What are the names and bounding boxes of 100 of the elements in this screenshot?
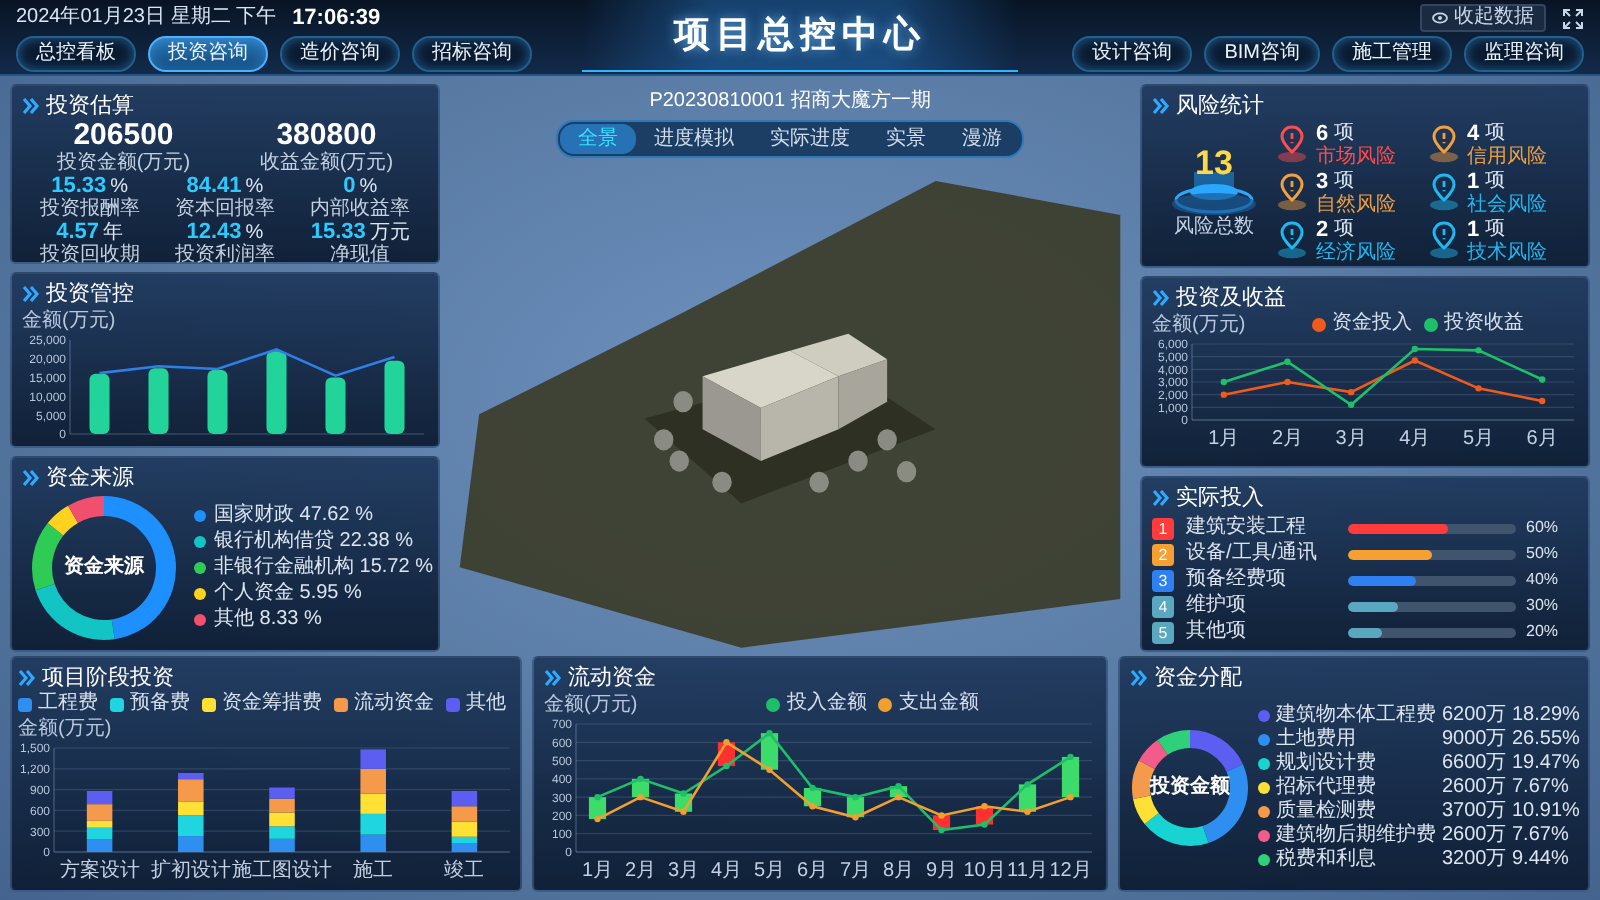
item-label: 设备/工具/通讯 bbox=[1186, 542, 1320, 566]
panel-title: 投资及收益 bbox=[1176, 284, 1286, 312]
risk-label: 社会风险 bbox=[1467, 193, 1547, 215]
metric-unit: % bbox=[359, 176, 378, 198]
legend-label: 流动资金 bbox=[354, 692, 434, 716]
legend-label: 工程费 bbox=[38, 692, 98, 716]
risk-unit: 项 bbox=[1485, 169, 1506, 193]
panel-title: 投资管控 bbox=[46, 280, 134, 308]
data-point bbox=[981, 821, 988, 828]
percent-text: 7.67% bbox=[1512, 824, 1571, 848]
chart-bar bbox=[266, 351, 287, 434]
legend-label: 建筑物后期维护费 bbox=[1276, 824, 1436, 847]
metric-unit: % bbox=[245, 222, 264, 244]
risk-total-count: 13 bbox=[1195, 146, 1233, 182]
view-tab[interactable]: 实际进度 bbox=[752, 124, 868, 154]
data-point bbox=[680, 790, 687, 797]
percent-text: 18.29% bbox=[1512, 704, 1578, 728]
nav-button[interactable]: 招标咨询 bbox=[412, 36, 532, 72]
axis-title: 金额(万元) bbox=[22, 309, 116, 331]
legend-label: 银行机构借贷 22.38 % bbox=[214, 530, 413, 554]
chevron-icon bbox=[22, 98, 40, 114]
legend-label: 非银行金融机构 15.72 % bbox=[214, 556, 433, 580]
map-pin-icon bbox=[1427, 220, 1459, 260]
risk-count: 6 bbox=[1316, 121, 1329, 145]
page-title: 项目总控中心 bbox=[582, 0, 1018, 72]
item-label: 建筑安装工程 bbox=[1186, 516, 1308, 540]
data-point bbox=[1024, 808, 1031, 815]
axis-tick-label: 方案设计 bbox=[59, 860, 140, 884]
axis-tick-label: 6月 bbox=[796, 860, 829, 884]
data-point bbox=[895, 793, 902, 801]
data-point bbox=[938, 812, 945, 819]
axis-tick-label: 3月 bbox=[667, 860, 700, 884]
risk-unit: 项 bbox=[1485, 217, 1506, 241]
axis-tick-label: 3月 bbox=[1335, 428, 1367, 452]
nav-button[interactable]: BIM咨询 bbox=[1204, 36, 1320, 72]
amount-text: 2600万 bbox=[1442, 824, 1506, 848]
clock-time: 17:06:39 bbox=[292, 4, 381, 32]
legend-label: 招标代理费 bbox=[1276, 776, 1378, 799]
chart-bar bbox=[360, 813, 386, 835]
fullscreen-icon[interactable] bbox=[1562, 7, 1584, 29]
collapse-button[interactable]: 收起数据 bbox=[1420, 4, 1546, 32]
risk-count: 1 bbox=[1467, 217, 1480, 241]
risk-count: 4 bbox=[1467, 121, 1480, 145]
map-pin-icon bbox=[1427, 124, 1459, 164]
legend-label: 土地费用 bbox=[1276, 728, 1358, 751]
axis-title: 金额(万元) bbox=[544, 693, 638, 715]
legend-label: 个人资金 5.95 % bbox=[214, 582, 362, 606]
axis-tick-label: 9月 bbox=[925, 860, 958, 884]
amount-text: 6200万 bbox=[1442, 704, 1506, 728]
percent-text: 9.44% bbox=[1512, 848, 1571, 872]
metric-value: 15.33 bbox=[310, 220, 366, 244]
rank-badge: 1 bbox=[1152, 517, 1174, 539]
rank-badge: 2 bbox=[1152, 543, 1174, 565]
data-point bbox=[723, 762, 730, 770]
donut-slice bbox=[1139, 739, 1168, 769]
rank-badge: 4 bbox=[1152, 595, 1174, 617]
eye-icon bbox=[1432, 12, 1448, 24]
axis-tick-label: 4月 bbox=[710, 860, 743, 884]
nav-button[interactable]: 造价咨询 bbox=[280, 36, 400, 72]
data-point bbox=[1347, 388, 1355, 396]
metric-label: 投资回收期 bbox=[39, 244, 140, 266]
risk-unit: 项 bbox=[1334, 217, 1355, 241]
donut-center-label: 资金来源 bbox=[64, 556, 144, 580]
view-tab[interactable]: 漫游 bbox=[944, 124, 1020, 154]
nav-button[interactable]: 总控看板 bbox=[16, 36, 136, 72]
panel-title: 实际投入 bbox=[1176, 484, 1264, 512]
stat-label: 收益金额(万元) bbox=[259, 152, 394, 174]
legend-label: 投资收益 bbox=[1443, 312, 1524, 336]
data-point bbox=[981, 803, 988, 810]
nav-button[interactable]: 设计咨询 bbox=[1072, 36, 1193, 72]
risk-total-label: 风险总数 bbox=[1174, 216, 1254, 238]
axis-tick-label: 2月 bbox=[624, 860, 657, 884]
percent-text: 7.67% bbox=[1512, 776, 1571, 800]
map-pin-icon bbox=[1276, 124, 1308, 164]
nav-button[interactable]: 施工管理 bbox=[1332, 36, 1452, 72]
rank-badge: 3 bbox=[1152, 569, 1174, 591]
percent-text: 30% bbox=[1526, 594, 1561, 618]
panel-title: 投资估算 bbox=[46, 92, 134, 120]
amount-text: 2600万 bbox=[1442, 776, 1506, 800]
nav-button[interactable]: 投资咨询 bbox=[148, 36, 268, 72]
stat-value: 380800 bbox=[276, 120, 377, 152]
item-label: 维护项 bbox=[1186, 594, 1248, 618]
chevron-icon bbox=[18, 670, 36, 686]
risk-unit: 项 bbox=[1334, 169, 1355, 193]
view-tab[interactable]: 进度模拟 bbox=[636, 124, 752, 154]
chart-bar bbox=[207, 370, 228, 434]
data-point bbox=[1538, 397, 1546, 405]
data-point bbox=[1220, 391, 1228, 398]
metric-value: 0 bbox=[343, 174, 356, 198]
date-text: 2024年01月23日 星期二 下午 bbox=[16, 4, 277, 32]
data-point bbox=[1538, 376, 1546, 383]
amount-text: 6600万 bbox=[1442, 752, 1506, 776]
amount-text: 9000万 bbox=[1442, 728, 1506, 752]
metric-unit: % bbox=[245, 176, 264, 198]
panel-title: 资金来源 bbox=[46, 464, 134, 492]
nav-button[interactable]: 监理咨询 bbox=[1464, 36, 1584, 72]
percent-text: 10.91% bbox=[1512, 800, 1578, 824]
chevron-icon bbox=[1152, 290, 1170, 306]
data-point bbox=[1347, 401, 1355, 408]
view-tab[interactable]: 实景 bbox=[868, 124, 944, 154]
